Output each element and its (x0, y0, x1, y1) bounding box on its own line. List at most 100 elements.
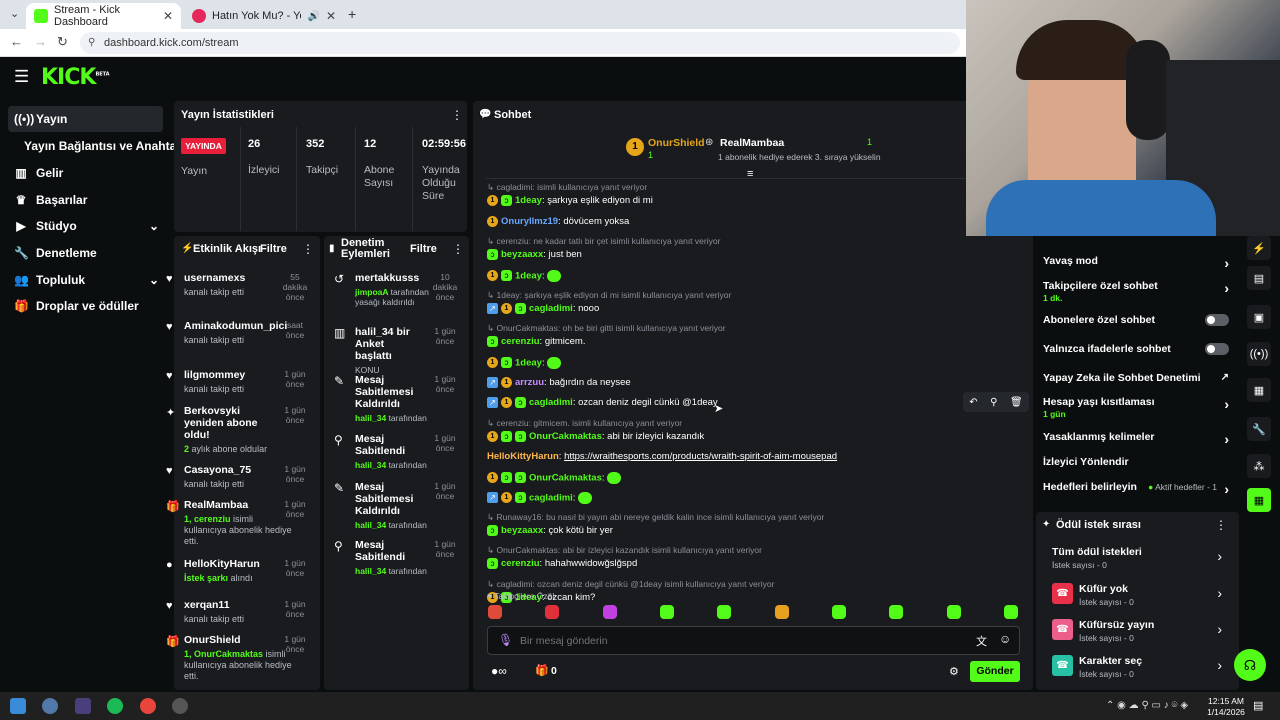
chat-message[interactable]: ↄ cerenziu: gitmicem. (487, 336, 585, 348)
activity-more-icon[interactable]: ⋮ (302, 242, 314, 256)
speaker-icon[interactable]: 🔊 (307, 11, 319, 22)
site-info-icon[interactable]: ⚲ (88, 32, 95, 54)
chat-message[interactable]: 1 ↄ 1deay: (487, 269, 562, 283)
activity-item[interactable]: 🎁 RealMambaa 1, cerenziu isimli kullanıcıy… (166, 499, 312, 547)
activity-item[interactable]: ♥ usernamexs kanalı takip etti 55 dakika ön… (166, 272, 312, 302)
app-icon[interactable] (75, 698, 91, 714)
chat-message[interactable]: ↄ cerenziu: hahahwwidowğslğspd (487, 558, 637, 570)
emoji-icon[interactable]: ☺ (999, 632, 1011, 646)
chat-username[interactable]: cagladimi (529, 492, 573, 503)
mod-filter-button[interactable]: Filtre (410, 243, 437, 255)
translate-icon[interactable]: 文 (976, 633, 987, 649)
back-icon[interactable]: ← (10, 34, 23, 49)
toggle-switch[interactable] (1205, 314, 1229, 326)
tab-search-icon[interactable]: ⌄ (10, 7, 19, 20)
support-headset-icon[interactable]: ☊ (1234, 649, 1266, 681)
delete-icon[interactable]: 🗑 (1010, 397, 1023, 408)
chat-message[interactable]: ↗ 1 ↄ cagladimi: (487, 491, 593, 505)
mod-action-item[interactable]: ⚲ Mesaj Sabitlendi halil_34 tarafından 1 gü… (334, 433, 462, 470)
chrome-icon[interactable] (140, 698, 156, 714)
sidebar-item-achievements[interactable]: ♛ Başarılar (8, 187, 163, 213)
community-icon[interactable]: ⁂ (1247, 454, 1271, 478)
sidebar-item-drops[interactable]: 🎁 Droplar ve ödüller (8, 293, 163, 319)
mod-action-item[interactable]: ✎ Mesaj Sabitlemesi Kaldırıldı halil_34 ta… (334, 374, 462, 423)
chat-message[interactable]: ↄ beyzaaxx: just ben (487, 249, 582, 261)
activity-filter-button[interactable]: Filtre (260, 243, 287, 255)
emote-icon[interactable] (1003, 605, 1018, 619)
activity-item[interactable]: 🎁 OnurShield 1, OnurCakmaktas isimli kulla… (166, 634, 312, 682)
gift-box-icon[interactable]: 🎁 (535, 664, 549, 677)
top-gifter-name[interactable]: OnurShield (648, 137, 705, 149)
chat-username[interactable]: 1deay (515, 357, 542, 368)
mic-icon[interactable]: 🎙 (498, 633, 513, 647)
emote-icon[interactable] (774, 605, 789, 619)
chat-username[interactable]: arrzuu (515, 377, 544, 388)
chat-username[interactable]: beyzaaxx (501, 525, 543, 536)
mod-action-item[interactable]: ↺ mertakkusss jimpoaA tarafından yasağı ka… (334, 272, 462, 307)
kicks-icon[interactable]: ●∞ (491, 664, 507, 678)
chat-username[interactable]: OnurCakmaktas (529, 431, 602, 442)
kick-logo[interactable]: KICKBETA (41, 65, 110, 90)
mod-action-item[interactable]: ⚲ Mesaj Sabitlendi halil_34 tarafından 1 gü… (334, 539, 462, 576)
chat-message[interactable]: 1 Onuryllmz19: dövücem yoksa (487, 215, 629, 228)
forward-icon[interactable]: → (34, 34, 47, 49)
activity-item[interactable]: ● HelloKityHarun İstek şarkı alındı 1 gün ö… (166, 558, 312, 584)
chat-icon[interactable]: ▣ (1247, 305, 1271, 329)
chat-message[interactable]: 1 ↄ 1deay: (487, 356, 562, 370)
emote-icon[interactable] (717, 605, 732, 619)
broadcast-icon[interactable]: ((•)) (1247, 342, 1271, 366)
activity-item[interactable]: ♥ Casayona_75 kanalı takip etti 1 gün önce (166, 464, 312, 490)
sidebar-item-community[interactable]: 👥 Topluluk ⌄ (8, 267, 163, 293)
chat-message[interactable]: 1 ↄ 1deay: şarkıya eşlik ediyon di mi (487, 195, 653, 207)
chat-message[interactable]: ↗ 1 ↄ cagladimi: ozcan deniz degil cünkü @1… (487, 397, 718, 409)
activity-item[interactable]: ♥ xerqan11 kanalı takip etti 1 gün önce (166, 599, 312, 625)
clapper-icon[interactable]: ▦ (1247, 488, 1271, 512)
chat-username[interactable]: 1deay (515, 195, 542, 206)
setting-row[interactable]: Yasaklanmış kelimeler › (1043, 431, 1229, 451)
activity-item[interactable]: ♥ Aminakodumun_pici kanalı takip etti saat … (166, 320, 312, 346)
send-button[interactable]: Gönder (970, 661, 1020, 682)
reward-row[interactable]: ☎ Küfür yok İstek sayısı - 0 › (1052, 583, 1222, 609)
chat-username[interactable]: 1deay (515, 270, 542, 281)
emote-icon[interactable] (946, 605, 961, 619)
notification-icon[interactable]: ▤ (1253, 699, 1263, 712)
emote-icon[interactable] (659, 605, 674, 619)
setting-row[interactable]: Abonelere özel sohbet (1043, 314, 1229, 334)
chat-message[interactable]: ↗ 1 arrzuu: bağırdın da neysee (487, 376, 631, 389)
sidebar-item-stream[interactable]: ((•)) Yayın (8, 106, 163, 132)
app-icon[interactable] (42, 698, 58, 714)
document-icon[interactable]: ▤ (1247, 266, 1271, 290)
pin-icon[interactable]: ⚲ (990, 397, 997, 408)
sidebar-item-moderation[interactable]: 🔧 Denetleme (8, 240, 163, 266)
activity-item[interactable]: ♥ lilgmommey kanalı takip etti 1 gün önce (166, 369, 312, 395)
setting-row[interactable]: Yavaş mod › (1043, 255, 1229, 275)
emote-icon[interactable] (488, 605, 502, 619)
setting-row[interactable]: Hesap yaşı kısıtlaması 1 gün › (1043, 396, 1229, 419)
reward-row[interactable]: ☎ Küfürsüz yayın İstek sayısı - 0 › (1052, 619, 1222, 645)
close-tab-icon[interactable]: ✕ (326, 9, 336, 23)
setting-row[interactable]: Takipçilere özel sohbet 1 dk. › (1043, 280, 1229, 303)
chat-link[interactable]: https://wraithesports.com/products/wrait… (564, 451, 837, 462)
chat-settings-gear-icon[interactable]: ⚙ (949, 665, 959, 678)
setting-row[interactable]: Yalnızca ifadelerle sohbet (1043, 343, 1229, 363)
windows-start-icon[interactable] (10, 698, 26, 714)
url-field[interactable]: ⚲ dashboard.kick.com/stream (80, 32, 960, 54)
chat-username[interactable]: beyzaaxx (501, 249, 543, 260)
spotify-icon[interactable] (107, 698, 123, 714)
browser-tab-youtube[interactable]: Hatın Yok Mu? - YouTube M 🔊 ✕ (184, 3, 344, 29)
chat-message[interactable]: 1 ↄ ↄ OnurCakmaktas: (487, 471, 622, 485)
wrench-icon[interactable]: 🔧 (1247, 417, 1271, 441)
setting-row[interactable]: İzleyici Yönlendir (1043, 456, 1229, 476)
new-tab-icon[interactable]: + (348, 6, 356, 22)
chat-message[interactable]: 1 ↄ ↄ OnurCakmaktas: abi bir izleyici kazan… (487, 430, 704, 443)
mod-action-item[interactable]: ✎ Mesaj Sabitlemesi Kaldırıldı halil_34 ta… (334, 481, 462, 530)
emote-icon[interactable] (831, 605, 846, 619)
all-rewards-row[interactable]: Tüm ödül istekleri İstek sayısı - 0 › (1052, 546, 1222, 572)
chat-message[interactable]: ↗ 1 ↄ cagladimi: nooo (487, 302, 599, 315)
stats-more-icon[interactable]: ⋮ (451, 108, 463, 122)
sidebar-item-revenue[interactable]: ▥ Gelir (8, 160, 163, 186)
emote-icon[interactable] (602, 605, 617, 619)
setting-row[interactable]: Yapay Zeka ile Sohbet Denetimi ↗ (1043, 372, 1229, 392)
emote-icon[interactable] (545, 605, 560, 619)
toggle-switch[interactable] (1205, 343, 1229, 355)
